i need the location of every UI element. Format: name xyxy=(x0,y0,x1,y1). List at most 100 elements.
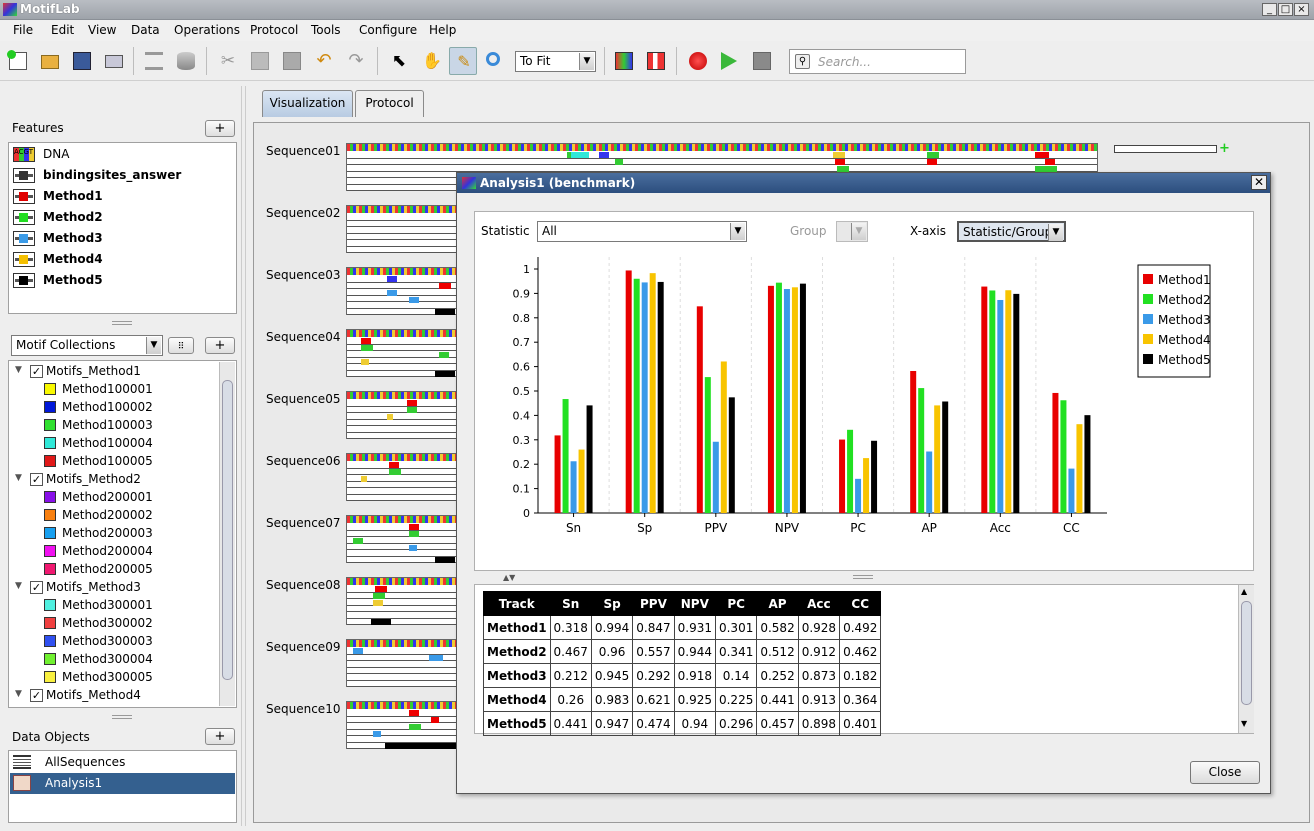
database-button[interactable] xyxy=(172,47,200,75)
data-object-item[interactable]: AllSequences xyxy=(10,752,235,773)
motif-collection-node[interactable]: ▼ ✓ Motifs_Method4 xyxy=(13,687,218,705)
add-icon[interactable]: + xyxy=(1219,141,1230,156)
sequence-track[interactable] xyxy=(346,639,458,687)
zoom-tool-button[interactable] xyxy=(481,47,509,75)
motif-item[interactable]: Method100004 xyxy=(43,435,218,453)
tab-protocol[interactable]: Protocol xyxy=(355,90,424,117)
expand-toggle-icon[interactable]: ▼ xyxy=(15,689,22,699)
menu-tools[interactable]: Tools xyxy=(311,23,341,37)
sequence-track[interactable] xyxy=(346,329,458,377)
feature-item[interactable]: Method1 xyxy=(11,186,235,207)
draw-tool-button[interactable]: ✎ xyxy=(449,47,477,75)
statistic-select[interactable]: All ▼ xyxy=(537,221,747,242)
motif-item[interactable]: Method200004 xyxy=(43,543,218,561)
add-feature-button[interactable]: + xyxy=(205,120,235,137)
motif-item[interactable]: Method200003 xyxy=(43,525,218,543)
motif-item[interactable]: Method100002 xyxy=(43,399,218,417)
column-header[interactable]: NPV xyxy=(673,591,716,616)
paste-button[interactable] xyxy=(278,47,306,75)
splitter-arrows[interactable]: ▲▼ xyxy=(503,573,515,582)
close-button[interactable]: Close xyxy=(1190,761,1260,784)
table-scrollbar[interactable]: ▲ ▼ xyxy=(1238,585,1254,733)
feature-item[interactable]: ACGT DNA xyxy=(11,144,235,165)
feature-item[interactable]: Method4 xyxy=(11,249,235,270)
sequence-track[interactable] xyxy=(346,701,459,749)
expand-toggle-icon[interactable]: ▼ xyxy=(15,473,22,483)
expand-toggle-icon[interactable]: ▼ xyxy=(15,581,22,591)
tree-view-button[interactable]: ⠿ xyxy=(168,337,194,354)
add-motif-button[interactable]: + xyxy=(205,337,235,354)
column-header[interactable]: AP xyxy=(756,591,799,616)
copy-button[interactable] xyxy=(246,47,274,75)
motif-item[interactable]: Method100005 xyxy=(43,453,218,471)
add-data-object-button[interactable]: + xyxy=(205,728,235,745)
menu-view[interactable]: View xyxy=(88,23,116,37)
select-tool-button[interactable]: ⬉ xyxy=(385,47,413,75)
column-header[interactable]: CC xyxy=(839,591,882,616)
collection-checkbox[interactable]: ✓ xyxy=(30,581,43,594)
motif-item[interactable]: Method300002 xyxy=(43,615,218,633)
collection-checkbox[interactable]: ✓ xyxy=(30,473,43,486)
record-button[interactable] xyxy=(684,47,712,75)
close-window-button[interactable]: × xyxy=(1294,3,1309,16)
motif-item[interactable]: Method300003 xyxy=(43,633,218,651)
collection-checkbox[interactable]: ✓ xyxy=(30,689,43,702)
search-input[interactable]: ⚲ Search... xyxy=(789,49,966,74)
motif-collection-node[interactable]: ▼ ✓ Motifs_Method3 xyxy=(13,579,218,597)
print-button[interactable] xyxy=(100,47,128,75)
column-header[interactable]: PC xyxy=(714,591,758,616)
redo-button[interactable]: ↷ xyxy=(342,47,370,75)
motif-item[interactable]: Method200002 xyxy=(43,507,218,525)
color-palette-button[interactable] xyxy=(610,47,638,75)
data-object-item-selected[interactable]: Analysis1 xyxy=(10,773,235,794)
table-row[interactable]: Method4 0.26 0.983 0.621 0.925 0.225 0.441 0.91… xyxy=(483,687,882,712)
motif-item[interactable]: Method100003 xyxy=(43,417,218,435)
table-row[interactable]: Method1 0.318 0.994 0.847 0.931 0.301 0.582 0.9… xyxy=(483,615,882,640)
undo-button[interactable]: ↶ xyxy=(310,47,338,75)
column-header[interactable]: Sp xyxy=(590,591,634,616)
column-header[interactable]: Acc xyxy=(797,591,841,616)
new-button[interactable] xyxy=(4,47,32,75)
sequence-track[interactable] xyxy=(346,453,458,501)
open-button[interactable] xyxy=(36,47,64,75)
sequence-track[interactable] xyxy=(346,205,458,253)
motif-collection-node[interactable]: ▼ ✓ Motifs_Method1 xyxy=(13,363,218,381)
motif-item[interactable]: Method200005 xyxy=(43,561,218,579)
menu-configure[interactable]: Configure xyxy=(359,23,417,37)
feature-item[interactable]: Method5 xyxy=(11,270,235,291)
feature-item[interactable]: bindingsites_answer xyxy=(11,165,235,186)
menu-file[interactable]: File xyxy=(13,23,33,37)
motif-item[interactable]: Method300001 xyxy=(43,597,218,615)
table-row[interactable]: Method3 0.212 0.945 0.292 0.918 0.14 0.252 0.87… xyxy=(483,663,882,688)
minimize-button[interactable]: _ xyxy=(1262,3,1277,16)
column-header[interactable]: Sn xyxy=(549,591,592,616)
expand-toggle-icon[interactable]: ▼ xyxy=(15,365,22,375)
motif-item[interactable]: Method300004 xyxy=(43,651,218,669)
group-select[interactable]: ▼ xyxy=(836,221,868,242)
save-button[interactable] xyxy=(68,47,96,75)
tab-visualization[interactable]: Visualization xyxy=(262,90,353,117)
menu-operations[interactable]: Operations xyxy=(174,23,240,37)
column-header[interactable]: PPV xyxy=(632,591,675,616)
collection-checkbox[interactable]: ✓ xyxy=(30,365,43,378)
sequence-track[interactable] xyxy=(346,577,458,625)
feature-item[interactable]: Method2 xyxy=(11,207,235,228)
menu-help[interactable]: Help xyxy=(429,23,456,37)
menu-data[interactable]: Data xyxy=(131,23,160,37)
sequence-track[interactable] xyxy=(346,391,458,439)
maximize-button[interactable]: □ xyxy=(1278,3,1293,16)
menu-edit[interactable]: Edit xyxy=(51,23,74,37)
table-row[interactable]: Method2 0.467 0.96 0.557 0.944 0.341 0.512 0.91… xyxy=(483,639,882,664)
run-button[interactable] xyxy=(716,47,744,75)
menu-protocol[interactable]: Protocol xyxy=(250,23,298,37)
motif-collection-node[interactable]: ▼ ✓ Motifs_Method2 xyxy=(13,471,218,489)
motif-collections-select[interactable]: Motif Collections ▼ xyxy=(11,335,163,356)
sequences-button[interactable] xyxy=(140,47,168,75)
tracks-button[interactable] xyxy=(642,47,670,75)
feature-item[interactable]: Method3 xyxy=(11,228,235,249)
stop-button[interactable] xyxy=(748,47,776,75)
zoom-select[interactable]: To Fit ▼ xyxy=(515,51,596,72)
table-row[interactable]: Method5 0.441 0.947 0.474 0.94 0.296 0.457 0.89… xyxy=(483,711,882,736)
sequence-track[interactable] xyxy=(346,267,458,315)
cut-button[interactable]: ✂ xyxy=(214,47,242,75)
